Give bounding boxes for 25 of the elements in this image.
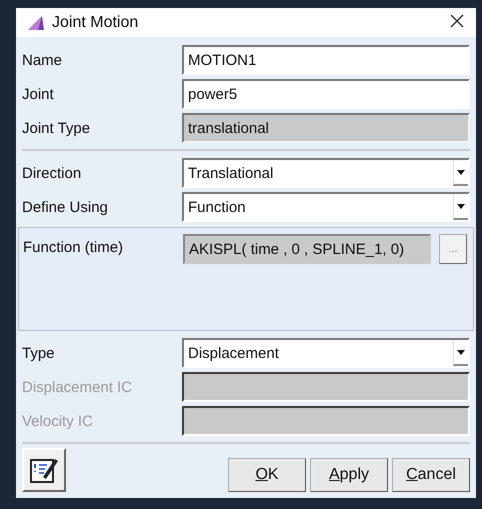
field-label: Displacement IC [22, 378, 134, 396]
dropdown-arrow-icon [457, 350, 465, 354]
field-label: Type [22, 344, 56, 362]
app-icon [26, 14, 46, 32]
field-label: Direction [22, 164, 82, 182]
field-label: Velocity IC [22, 412, 94, 430]
function-field[interactable]: AKISPL( time , 0 , SPLINE_1, 0) [183, 234, 431, 264]
field-label: Joint Type [22, 120, 92, 136]
window-title: Joint Motion [52, 14, 140, 32]
dialog-button[interactable]: Cancel [392, 458, 470, 492]
dropdown[interactable]: Function [182, 192, 470, 222]
dialog-button[interactable]: Apply [310, 458, 388, 492]
dialog-button[interactable]: OK [228, 458, 306, 492]
field-label: Function (time) [23, 238, 124, 256]
field-label: Name [22, 52, 64, 68]
dropdown-arrow-icon [457, 170, 465, 174]
input-field[interactable]: power5 [182, 79, 470, 109]
input-field[interactable]: MOTION1 [182, 45, 470, 75]
dropdown[interactable]: Translational [182, 158, 470, 188]
notepad-icon[interactable] [22, 448, 66, 492]
field-label: Joint [22, 86, 55, 102]
dropdown[interactable]: Displacement [182, 338, 470, 368]
input-field[interactable]: translational [182, 113, 470, 143]
dropdown-arrow-icon [457, 204, 465, 208]
field-label: Define Using [22, 198, 109, 216]
